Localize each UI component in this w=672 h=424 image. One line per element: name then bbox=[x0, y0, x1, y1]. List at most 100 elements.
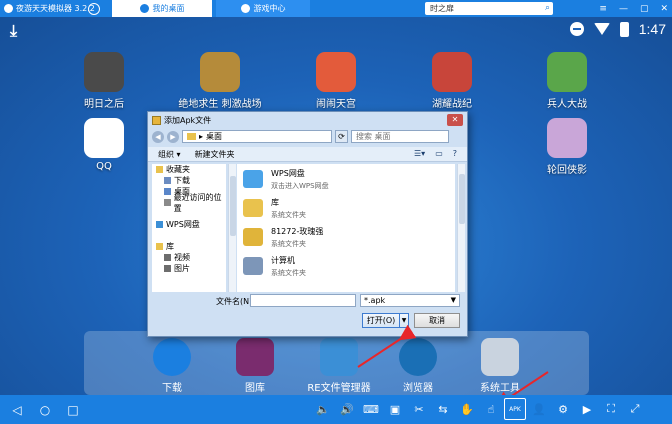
back-button[interactable]: ◀ bbox=[152, 130, 164, 143]
computer-icon bbox=[243, 257, 263, 275]
battery-icon bbox=[619, 21, 629, 37]
dock-item-system-tools[interactable]: 系统工具 bbox=[460, 338, 540, 394]
address-bar[interactable]: ▸ 桌面 bbox=[182, 130, 332, 143]
nav-scroll-thumb[interactable] bbox=[230, 176, 236, 236]
toolbar-right: ☰▾ ▭ ? bbox=[414, 149, 457, 158]
search-input[interactable]: 时之扉 ⌕ bbox=[425, 2, 553, 15]
app-icon[interactable]: 明日之后 bbox=[59, 52, 149, 110]
dock-item-browser[interactable]: 浏览器 bbox=[378, 338, 458, 394]
app-icon[interactable]: 湖耀战纪 bbox=[407, 52, 497, 110]
app-icon[interactable]: 轮回侠影 bbox=[522, 118, 612, 176]
expand-icon[interactable]: ⤢ bbox=[624, 398, 646, 420]
window-controls: ≡ — ▢ ✕ bbox=[599, 0, 668, 17]
open-dropdown-button[interactable]: ▼ bbox=[400, 313, 409, 328]
new-folder-button[interactable]: 新建文件夹 bbox=[195, 149, 235, 160]
nav-item[interactable]: 图片 bbox=[152, 263, 226, 274]
forward-button[interactable]: ▶ bbox=[167, 130, 179, 143]
app-icon-image bbox=[547, 52, 587, 92]
help-icon[interactable]: ? bbox=[453, 149, 457, 158]
dock-item-gallery[interactable]: 图库 bbox=[215, 338, 295, 394]
nav-item[interactable]: 库 bbox=[152, 241, 226, 252]
nav-item[interactable]: 视频 bbox=[152, 252, 226, 263]
touch-icon[interactable]: ☝ bbox=[480, 398, 502, 420]
app-icon[interactable]: 兵人大战 bbox=[522, 52, 612, 110]
app-label: 闹闹天宫 bbox=[316, 99, 356, 110]
close-button[interactable]: ✕ bbox=[660, 4, 668, 14]
recent-apps-key[interactable]: □ bbox=[62, 399, 84, 421]
tab-label: 游戏中心 bbox=[253, 4, 286, 13]
library-icon bbox=[243, 199, 263, 217]
refresh-button[interactable]: ⟳ bbox=[335, 130, 348, 143]
nav-scrollbar[interactable] bbox=[228, 164, 236, 292]
app-title-text: 夜游天天模拟器 3.2.2 bbox=[16, 4, 95, 13]
file-desc: 双击进入WPS网盘 bbox=[271, 182, 329, 190]
maximize-button[interactable]: ▢ bbox=[640, 4, 649, 14]
nav-item-icon bbox=[156, 166, 163, 173]
account-icon[interactable]: 👤 bbox=[528, 398, 550, 420]
title-bar: 夜游天天模拟器 3.2.2 我的桌面 游戏中心 时之扉 ⌕ ≡ — ▢ ✕ bbox=[0, 0, 672, 17]
apk-install-icon[interactable]: APK bbox=[504, 398, 526, 420]
home-key[interactable]: ○ bbox=[34, 399, 56, 421]
do-not-disturb-icon bbox=[569, 22, 584, 36]
wifi-icon bbox=[593, 23, 610, 35]
fullscreen-icon[interactable]: ⛶ bbox=[600, 398, 622, 420]
app-label: 湖耀战纪 bbox=[432, 99, 472, 110]
settings-icon[interactable]: ⚙ bbox=[552, 398, 574, 420]
volume-down-icon[interactable]: 🔈 bbox=[312, 398, 334, 420]
organize-button[interactable]: 组织 ▾ bbox=[158, 149, 181, 160]
volume-up-icon[interactable]: 🔊 bbox=[336, 398, 358, 420]
dock-item-re-file-manager[interactable]: RE文件管理器 bbox=[299, 338, 379, 394]
status-bar: 1:47 bbox=[569, 21, 666, 37]
cancel-button[interactable]: 取消 bbox=[414, 313, 460, 328]
filename-input[interactable] bbox=[250, 294, 356, 307]
dialog-close-button[interactable]: ✕ bbox=[447, 114, 463, 126]
nav-item[interactable]: 收藏夹 bbox=[152, 164, 226, 175]
shake-icon[interactable]: ✋ bbox=[456, 398, 478, 420]
nav-item-icon bbox=[164, 254, 171, 261]
minimize-button[interactable]: — bbox=[619, 4, 628, 14]
dialog-search-input[interactable]: 搜索 桌面 bbox=[351, 130, 449, 143]
dock: 下载 图库 RE文件管理器 浏览器 系统工具 bbox=[84, 331, 589, 395]
screenshot-icon[interactable]: ▣ bbox=[384, 398, 406, 420]
app-icon[interactable]: 闹闹天宫 bbox=[291, 52, 381, 110]
play-icon[interactable]: ▶ bbox=[576, 398, 598, 420]
filetype-select[interactable]: *.apk ▼ bbox=[360, 294, 460, 307]
download-notification-icon[interactable]: ⤓ bbox=[10, 21, 17, 41]
file-scroll-thumb[interactable] bbox=[459, 174, 465, 224]
nav-item-label: 收藏夹 bbox=[166, 165, 190, 174]
app-icon[interactable]: QQ bbox=[59, 118, 149, 172]
status-time: 1:47 bbox=[638, 21, 666, 37]
menu-button[interactable]: ≡ bbox=[599, 4, 607, 14]
nav-item[interactable]: WPS网盘 bbox=[152, 219, 226, 230]
open-button[interactable]: 打开(O) bbox=[362, 313, 400, 328]
file-list: WPS网盘双击进入WPS网盘 库系统文件夹 81272-玫瑰强 系统文件夹 计算机… bbox=[237, 164, 455, 292]
file-item-wps[interactable]: WPS网盘双击进入WPS网盘 bbox=[243, 168, 329, 191]
file-name: WPS网盘 bbox=[271, 169, 305, 178]
app-icon-image bbox=[200, 52, 240, 92]
file-item-library[interactable]: 库系统文件夹 bbox=[243, 197, 306, 220]
dialog-title: 添加Apk文件 bbox=[164, 115, 212, 125]
file-item-user[interactable]: 81272-玫瑰强 系统文件夹 bbox=[243, 226, 323, 249]
file-item-computer[interactable]: 计算机 系统文件夹 bbox=[243, 255, 306, 278]
file-desc: 系统文件夹 bbox=[271, 269, 306, 277]
switch-icon[interactable]: ⇆ bbox=[432, 398, 454, 420]
navigation-pane: 收藏夹 下载 桌面 最近访问的位置 WPS网盘库视频 图片 bbox=[152, 164, 226, 292]
app-icon[interactable]: 绝地求生 刺激战场 bbox=[175, 52, 265, 110]
file-scrollbar[interactable] bbox=[457, 164, 465, 292]
keyboard-icon[interactable]: ⌨ bbox=[360, 398, 382, 420]
view-options-icon[interactable]: ☰▾ bbox=[414, 149, 425, 158]
back-key[interactable]: ◁ bbox=[6, 399, 28, 421]
nav-item[interactable]: 最近访问的位置 bbox=[152, 193, 226, 213]
nav-item-icon bbox=[164, 188, 171, 195]
nav-item[interactable]: 下载 bbox=[152, 175, 226, 186]
tab-game-center[interactable]: 游戏中心 bbox=[216, 0, 310, 17]
tab-my-desktop[interactable]: 我的桌面 bbox=[112, 0, 212, 17]
dock-item-download[interactable]: 下载 bbox=[132, 338, 212, 394]
system-tools-folder-icon bbox=[481, 338, 519, 376]
search-icon[interactable]: ⌕ bbox=[545, 2, 550, 15]
scissors-icon[interactable]: ✂ bbox=[408, 398, 430, 420]
preview-pane-icon[interactable]: ▭ bbox=[435, 149, 443, 158]
user-icon[interactable] bbox=[88, 2, 100, 15]
app-icon-image bbox=[84, 118, 124, 158]
